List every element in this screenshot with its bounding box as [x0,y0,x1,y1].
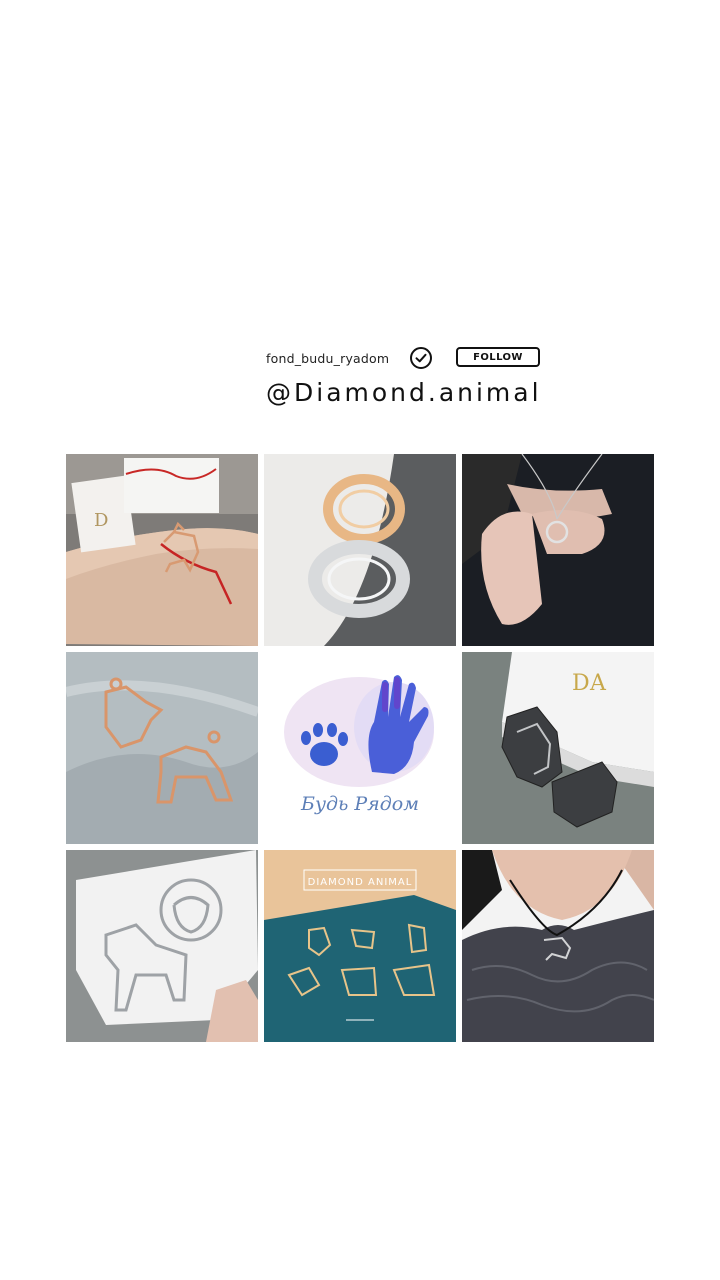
post-thumbnail[interactable] [66,850,258,1042]
rings-photo [264,454,456,646]
post-thumbnail[interactable] [462,850,654,1042]
post-thumbnail[interactable] [462,454,654,646]
svg-text:A: A [589,671,607,696]
logo-text: Будь Рядом [300,793,419,815]
username[interactable]: fond_budu_ryadom [266,351,389,366]
promo-title: DIAMOND ANIMAL [308,877,413,888]
profile-handle[interactable]: @Diamond.animal [266,378,542,407]
post-thumbnail[interactable]: DIAMOND ANIMAL [264,850,456,1042]
svg-text:D: D [572,671,590,696]
steel-pendants-photo: D A [462,652,654,844]
profile-header: fond_budu_ryadom FOLLOW [266,345,556,371]
post-thumbnail[interactable] [264,454,456,646]
post-grid: D Будь Рядом D A DIAMOND ANIMAL [64,452,656,1044]
post-thumbnail[interactable]: D A [462,652,654,844]
bracelet-photo: D [66,454,258,646]
promo-card-image: DIAMOND ANIMAL [264,850,456,1042]
rose-gold-pendants-photo [66,652,258,844]
post-thumbnail[interactable]: D [66,454,258,646]
follow-button[interactable]: FOLLOW [456,347,540,367]
bulldog-pendants-photo [66,850,258,1042]
post-thumbnail[interactable]: Будь Рядом [264,652,456,844]
paw-logo-image: Будь Рядом [264,652,456,844]
svg-text:D: D [94,510,108,531]
check-circle-icon [409,346,433,370]
pug-pendant-photo [462,454,654,646]
cord-pendant-photo [462,850,654,1042]
post-thumbnail[interactable] [66,652,258,844]
